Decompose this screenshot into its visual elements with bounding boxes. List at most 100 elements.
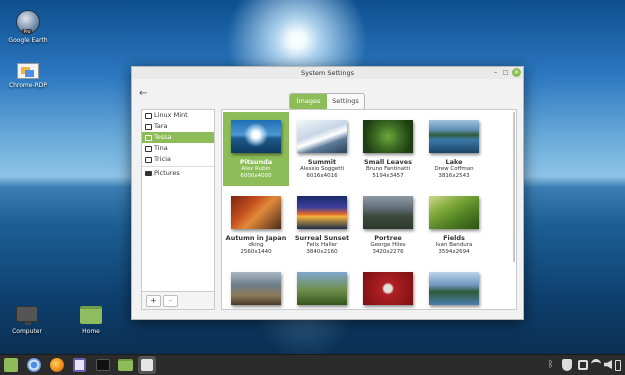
wallpaper-author: Drew Coffman (434, 166, 474, 172)
settings-icon[interactable] (138, 356, 156, 374)
network-icon[interactable] (578, 360, 588, 370)
battery-icon[interactable] (615, 360, 621, 371)
wallpaper-tile-portree[interactable]: Portree George Hiles 3420x2276 (355, 188, 421, 262)
wallpaper-tile-pitsunda[interactable]: Pitsunda Alex Rubin 6000x4000 (223, 112, 289, 186)
remove-folder-button[interactable]: – (163, 295, 178, 307)
shield-icon[interactable] (562, 359, 572, 371)
system-settings-window: System Settings – □ ✕ ← Images Settings … (131, 66, 524, 320)
wallpaper-size: 6000x4000 (240, 173, 272, 179)
desktop-icon-home[interactable]: Home (64, 306, 118, 335)
sidebar-item-tara[interactable]: Tara (142, 121, 214, 132)
home-folder-icon (80, 306, 102, 324)
window-titlebar[interactable]: System Settings – □ ✕ (132, 67, 523, 79)
headerbar: ← Images Settings (132, 79, 523, 110)
wallpaper-tile[interactable] (421, 264, 487, 309)
wallpaper-size: 3816x2543 (438, 173, 470, 179)
wallpaper-thumbnail (297, 196, 347, 229)
sidebar-item-label: Linux Mint (154, 111, 188, 119)
sidebar-item-label: Tricia (154, 155, 171, 163)
wallpaper-author: Alessio Soggetti (299, 166, 345, 172)
minimize-button[interactable]: – (491, 68, 500, 77)
desktop-icon-label: Home (82, 328, 100, 335)
google-earth-icon (16, 10, 40, 34)
wallpaper-thumbnail (231, 272, 281, 305)
wallpaper-thumbnail (363, 196, 413, 229)
desktop-icon-google-earth[interactable]: Google Earth (1, 10, 55, 44)
wallpaper-tile[interactable] (223, 264, 289, 309)
wallpaper-thumbnail (429, 120, 479, 153)
desktop-icon-label: Google Earth (8, 37, 48, 44)
wallpaper-tile-small-leaves[interactable]: Small Leaves Bruno Fantinatti 5194x3457 (355, 112, 421, 186)
monitor-icon (145, 156, 152, 163)
wallpaper-tile-autumn-in-japan[interactable]: Autumn in Japan dking 2560x1440 (223, 188, 289, 262)
wallpaper-author: George Hiles (370, 242, 406, 248)
sidebar-item-tricia[interactable]: Tricia (142, 154, 214, 165)
firefox-icon[interactable] (50, 358, 64, 372)
sidebar-toolbar: + – (142, 291, 214, 309)
taskbar: ᛒ (0, 354, 625, 375)
wallpaper-size: 3840x2160 (306, 249, 338, 255)
wallpaper-tile[interactable] (355, 264, 421, 309)
wallpaper-tile-surreal-sunset[interactable]: Surreal Sunset Felix Haller 3840x2160 (289, 188, 355, 262)
sidebar-item-label: Pictures (154, 169, 180, 177)
wallpaper-thumbnail (363, 272, 413, 305)
wallpaper-name: Lake (445, 158, 463, 166)
volume-icon[interactable] (604, 360, 612, 369)
sidebar-item-label: Tina (154, 144, 168, 152)
monitor-icon (145, 112, 152, 119)
computer-icon (16, 306, 38, 325)
sidebar-item-pictures[interactable]: Pictures (142, 168, 214, 179)
notes-icon[interactable] (73, 358, 86, 372)
desktop-icon-label: Computer (12, 328, 42, 335)
menu-icon[interactable] (4, 358, 18, 372)
view-switcher: Images Settings (289, 93, 365, 110)
wallpaper-name: Surreal Sunset (294, 234, 350, 242)
wallpaper-thumbnail (429, 196, 479, 229)
wifi-icon[interactable] (591, 359, 601, 369)
terminal-icon[interactable] (96, 359, 110, 371)
monitor-icon (145, 134, 152, 141)
maximize-button[interactable]: □ (501, 68, 510, 77)
wallpaper-thumbnail (363, 120, 413, 153)
wallpaper-size: 2560x1440 (240, 249, 272, 255)
wallpaper-size: 6016x4016 (306, 173, 338, 179)
desktop-icon-computer[interactable]: Computer (0, 306, 54, 335)
sidebar-item-tessa[interactable]: Tessa (142, 132, 214, 143)
bluetooth-icon[interactable]: ᛒ (548, 359, 556, 371)
wallpaper-name: Portree (374, 234, 402, 242)
sidebar-item-tina[interactable]: Tina (142, 143, 214, 154)
files-icon[interactable] (118, 359, 133, 371)
close-button[interactable]: ✕ (512, 68, 521, 77)
wallpaper-name: Summit (307, 158, 337, 166)
wallpaper-tile-lake[interactable]: Lake Drew Coffman 3816x2543 (421, 112, 487, 186)
sidebar-divider (142, 166, 214, 167)
wallpaper-thumbnail (429, 272, 479, 305)
sidebar-item-label: Tessa (154, 133, 172, 141)
wallpaper-thumbnail (231, 196, 281, 229)
wallpaper-name: Autumn in Japan (225, 234, 287, 242)
desktop-icon-label: Chrome-RDP (8, 82, 48, 89)
wallpaper-thumbnail (297, 272, 347, 305)
add-folder-button[interactable]: + (146, 295, 161, 307)
wallpaper-tile-summit[interactable]: Summit Alessio Soggetti 6016x4016 (289, 112, 355, 186)
wallpaper-size: 3420x2276 (372, 249, 404, 255)
wallpaper-tile[interactable] (289, 264, 355, 309)
monitor-icon (145, 123, 152, 130)
grid-scrollbar[interactable] (513, 112, 515, 262)
wallpaper-author: Ivan Bandura (435, 242, 473, 248)
wallpaper-tile-fields[interactable]: Fields Ivan Bandura 3594x2694 (421, 188, 487, 262)
sidebar-item-linux-mint[interactable]: Linux Mint (142, 110, 214, 121)
tab-images[interactable]: Images (290, 94, 327, 109)
desktop-icon-chrome-rdp[interactable]: Chrome-RDP (1, 63, 55, 89)
wallpaper-thumbnail (297, 120, 347, 153)
back-arrow-icon[interactable]: ← (139, 88, 147, 99)
tab-settings[interactable]: Settings (327, 94, 364, 109)
wallpaper-name: Fields (443, 234, 465, 242)
wallpaper-size: 3594x2694 (438, 249, 470, 255)
camera-icon (145, 171, 152, 176)
chrome-rdp-icon (17, 63, 39, 79)
wallpaper-author: Bruno Fantinatti (365, 166, 411, 172)
chromium-icon[interactable] (27, 358, 41, 372)
wallpaper-grid: Pitsunda Alex Rubin 6000x4000 Summit Ale… (221, 109, 517, 310)
wallpaper-author: Felix Haller (306, 242, 338, 248)
